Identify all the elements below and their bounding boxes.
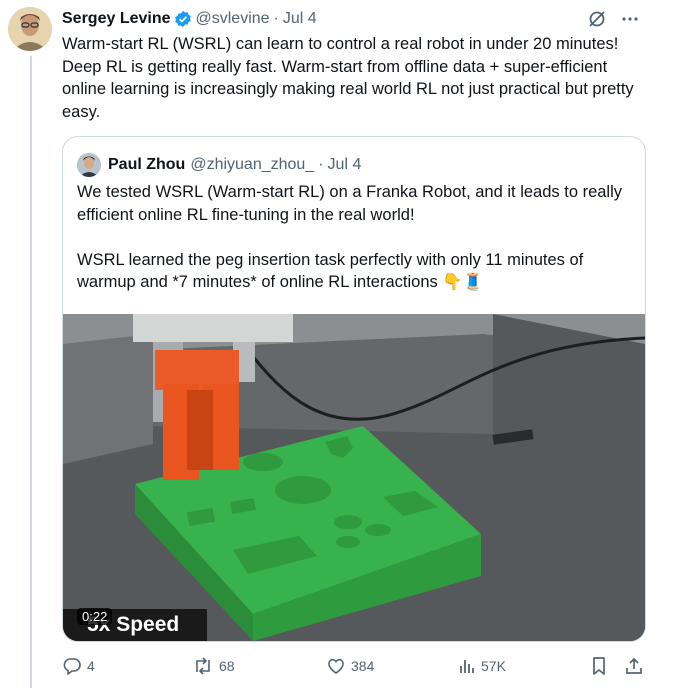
views-icon: [460, 660, 474, 673]
grok-icon[interactable]: [587, 9, 607, 29]
author-avatar[interactable]: [8, 7, 52, 51]
video-frame: [63, 314, 645, 641]
like-count: 384: [351, 658, 375, 674]
video-player[interactable]: 5x Speed 0:22: [63, 314, 645, 641]
quoted-tweet-date: Jul 4: [327, 156, 362, 173]
thread-line: [30, 56, 32, 688]
reply-icon: [63, 658, 81, 675]
quoted-author-name: Paul Zhou: [108, 156, 186, 173]
share-icon: [626, 657, 642, 674]
separator-dot: ·: [273, 10, 279, 27]
author-handle[interactable]: @svlevine: [196, 10, 270, 28]
quoted-author-handle: @zhiyuan_zhou_: [190, 156, 315, 173]
bookmark-button[interactable]: [590, 654, 608, 678]
quoted-tweet-header: Paul Zhou @zhiyuan_zhou_ · Jul 4: [77, 153, 361, 177]
quoted-author-avatar: [77, 153, 101, 177]
author-name[interactable]: Sergey Levine: [62, 10, 171, 28]
tweet-header: Sergey Levine @svlevine · Jul 4: [62, 8, 663, 30]
quoted-paragraph-2: WSRL learned the peg insertion task perf…: [77, 250, 584, 292]
like-icon: [328, 658, 344, 674]
action-bar: 4 68 384 57K: [62, 654, 652, 678]
views-count: 57K: [481, 658, 506, 674]
more-icon[interactable]: [621, 10, 639, 28]
video-timestamp: 0:22: [77, 608, 113, 625]
like-button[interactable]: 384: [326, 654, 374, 678]
quoted-tweet[interactable]: Paul Zhou @zhiyuan_zhou_ · Jul 4 We test…: [62, 136, 646, 642]
repost-icon: [196, 657, 210, 675]
reply-button[interactable]: 4: [62, 654, 95, 678]
reply-count: 4: [87, 658, 95, 674]
repost-count: 68: [219, 658, 235, 674]
quoted-paragraph-1: We tested WSRL (Warm-start RL) on a Fran…: [77, 183, 623, 224]
quoted-separator-dot: ·: [318, 156, 324, 173]
repost-button[interactable]: 68: [192, 654, 235, 678]
share-button[interactable]: [624, 654, 644, 678]
views-button[interactable]: 57K: [458, 654, 506, 678]
quoted-tweet-text: We tested WSRL (Warm-start RL) on a Fran…: [77, 181, 632, 294]
tweet-text: Warm-start RL (WSRL) can learn to contro…: [62, 35, 634, 121]
verified-badge-icon: [174, 10, 191, 28]
bookmark-icon: [593, 657, 605, 675]
tweet-date[interactable]: Jul 4: [283, 10, 317, 28]
